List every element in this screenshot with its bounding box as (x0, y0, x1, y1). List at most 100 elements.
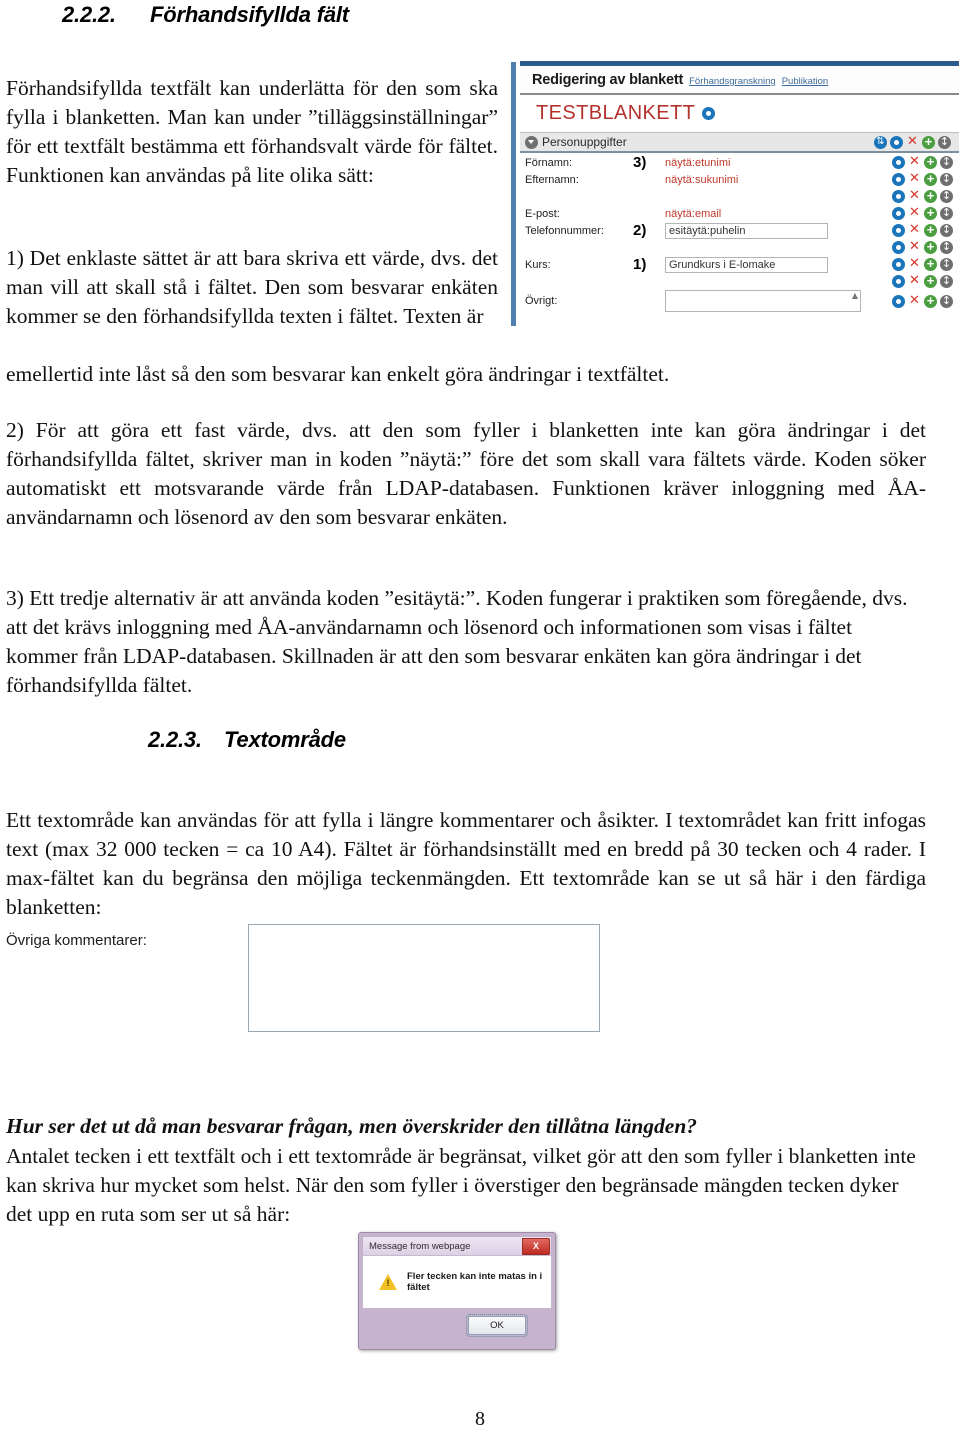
field-code-value: näytä:email (665, 207, 722, 220)
move-icon[interactable] (940, 239, 953, 254)
delete-icon[interactable] (908, 154, 921, 170)
add-icon[interactable] (924, 205, 937, 220)
close-icon[interactable]: X (522, 1237, 550, 1255)
delete-icon[interactable] (908, 293, 921, 309)
dialog-body: Fler tecken kan inte matas in i fältet (362, 1255, 552, 1309)
section-heading-222: 2.2.2. Förhandsifyllda fält (62, 2, 349, 28)
field-label: Övrigt: (525, 295, 558, 307)
field-action-icons (892, 239, 959, 255)
delete-icon[interactable] (908, 188, 921, 204)
move-icon[interactable] (938, 134, 951, 149)
move-icon[interactable] (940, 154, 953, 169)
collapse-icon[interactable] (525, 135, 538, 149)
edit-icon[interactable] (892, 156, 905, 169)
field-action-icons (892, 205, 959, 221)
field-code-value: näytä:etunimi (665, 156, 731, 169)
move-icon[interactable] (940, 171, 953, 186)
scroll-up-icon[interactable]: ▲ (852, 292, 858, 300)
form-title: TESTBLANKETT (536, 102, 696, 124)
field-label: Telefonnummer: (525, 224, 604, 237)
add-icon[interactable] (922, 134, 935, 149)
form-field-row: Telefonnummer: 2) esitäytä:puhelin (520, 222, 959, 239)
section-number: 2.2.3. (148, 727, 202, 752)
add-icon[interactable] (924, 293, 937, 308)
edit-icon[interactable] (892, 224, 905, 237)
edit-icon[interactable] (892, 275, 905, 288)
form-field-row: Förnamn: 3) näytä:etunimi (520, 154, 959, 171)
edit-icon[interactable] (892, 258, 905, 271)
paragraph-item-2: 2) För att göra ett fast värde, dvs. att… (6, 417, 926, 530)
form-section-header: Personuppgifter (520, 132, 959, 153)
add-icon[interactable] (924, 239, 937, 254)
delete-icon[interactable] (908, 239, 921, 255)
sort-icon[interactable] (874, 134, 887, 149)
field-action-icons (892, 188, 959, 204)
move-icon[interactable] (940, 293, 953, 308)
callout-marker-1: 1) (633, 256, 647, 273)
move-icon[interactable] (940, 205, 953, 220)
page-number: 8 (475, 1408, 485, 1430)
add-icon[interactable] (924, 154, 937, 169)
add-icon[interactable] (924, 273, 937, 288)
add-icon[interactable] (924, 256, 937, 271)
delete-icon[interactable] (906, 134, 919, 150)
paragraph-item-3: 3) Ett tredje alternativ är att använda … (6, 585, 908, 698)
form-field-row: Kurs: 1) Grundkurs i E-lomake (520, 256, 959, 273)
edit-icon[interactable] (892, 207, 905, 220)
publish-link[interactable]: Publikation (782, 76, 828, 87)
move-icon[interactable] (940, 256, 953, 271)
field-label: Kurs: (525, 258, 551, 271)
section-action-icons (874, 134, 951, 150)
section-number: 2.2.2. (62, 2, 116, 27)
editor-toolbar-title: Redigering av blankett (532, 72, 684, 88)
add-icon[interactable] (924, 171, 937, 186)
course-input[interactable]: Grundkurs i E-lomake (665, 256, 828, 273)
ok-button[interactable]: OK (466, 1314, 528, 1337)
edit-icon[interactable] (702, 107, 716, 120)
textarea-example-screenshot: Övriga kommentarer: (2, 922, 622, 1050)
edit-icon[interactable] (892, 190, 905, 203)
field-action-icons (892, 273, 959, 289)
add-icon[interactable] (924, 188, 937, 203)
screenshot-top-border (520, 61, 959, 66)
message-dialog-screenshot: Message from webpage X Fler tecken kan i… (358, 1232, 556, 1350)
edit-icon[interactable] (892, 294, 905, 308)
delete-icon[interactable] (908, 222, 921, 238)
dialog-title: Message from webpage (369, 1240, 471, 1252)
section-heading-223: 2.2.3. Textområde (148, 727, 346, 753)
edit-icon[interactable] (892, 173, 905, 186)
delete-icon[interactable] (908, 205, 921, 221)
field-label: Förnamn: (525, 156, 573, 169)
add-icon[interactable] (924, 222, 937, 237)
form-title-row: TESTBLANKETT (520, 95, 959, 132)
form-field-row: Efternamn: näytä:sukunimi (520, 171, 959, 188)
delete-icon[interactable] (908, 171, 921, 187)
move-icon[interactable] (940, 222, 953, 237)
paragraph-intro: Förhandsifyllda textfält kan underlätta … (6, 75, 498, 188)
phone-input[interactable]: esitäytä:puhelin (665, 222, 828, 239)
edit-icon[interactable] (892, 241, 905, 254)
field-action-icons (892, 171, 959, 187)
paragraph-item-1: 1) Det enklaste sättet är att bara skriv… (6, 245, 498, 328)
form-section-label-wrap: Personuppgifter (525, 135, 627, 149)
preview-link[interactable]: Förhandsgranskning (689, 76, 776, 87)
delete-icon[interactable] (908, 256, 921, 272)
other-comments-textarea[interactable] (248, 924, 600, 1032)
screenshot-left-border (511, 62, 516, 326)
move-icon[interactable] (940, 188, 953, 203)
document-page: 2.2.2. Förhandsifyllda fält Förhandsifyl… (0, 0, 960, 1441)
field-code-value: näytä:sukunimi (665, 173, 739, 186)
editor-toolbar: Redigering av blankett Förhandsgransknin… (520, 68, 959, 95)
form-field-row-spacer (520, 239, 959, 256)
limit-question-heading: Hur ser det ut då man besvarar frågan, m… (6, 1113, 698, 1138)
field-label: E-post: (525, 207, 560, 220)
move-icon[interactable] (940, 273, 953, 288)
other-textarea[interactable]: ▲ (665, 290, 861, 312)
field-action-icons (892, 256, 959, 272)
form-section-label: Personuppgifter (542, 135, 627, 149)
edit-icon[interactable] (890, 135, 903, 149)
paragraph-item-1-tail: emellertid inte låst så den som besvarar… (6, 361, 670, 386)
paragraph-textarea: Ett textområde kan användas för att fyll… (6, 807, 926, 920)
delete-icon[interactable] (908, 273, 921, 289)
field-action-icons (892, 154, 959, 170)
